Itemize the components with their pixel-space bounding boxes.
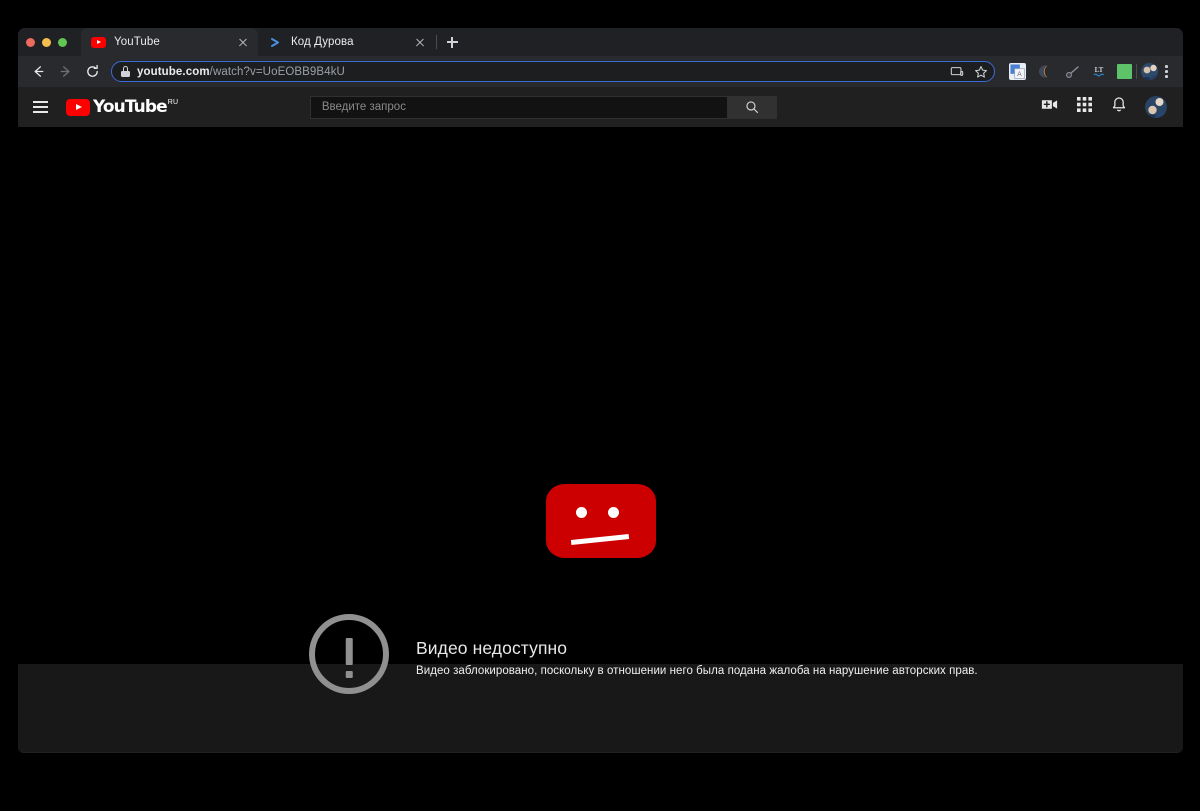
maximize-window-button[interactable] <box>58 38 67 47</box>
back-button[interactable] <box>26 60 50 84</box>
url-text: youtube.com/watch?v=UoEOBB9B4kU <box>137 66 345 78</box>
youtube-logo[interactable]: YouTube RU <box>66 98 178 117</box>
svg-text:A: A <box>1017 71 1022 78</box>
translate-extension-icon[interactable]: A <box>1009 63 1026 80</box>
notifications-bell-icon[interactable] <box>1110 96 1128 119</box>
search-box[interactable] <box>310 96 728 119</box>
search-area <box>310 96 777 119</box>
error-title: Видео недоступно <box>416 638 978 659</box>
star-icon[interactable] <box>974 65 988 79</box>
close-window-button[interactable] <box>26 38 35 47</box>
address-bar[interactable]: youtube.com/watch?v=UoEOBB9B4kU <box>111 61 995 82</box>
forward-button[interactable] <box>53 60 77 84</box>
exclamation-circle-icon <box>309 614 389 694</box>
tab-divider <box>436 35 437 49</box>
profile-avatar[interactable] <box>1141 63 1158 80</box>
hook-extension-icon[interactable] <box>1063 63 1080 80</box>
youtube-logo-text: YouTube <box>93 98 167 117</box>
chevron-right-favicon <box>268 35 283 50</box>
header-actions <box>1040 95 1167 119</box>
youtube-sad-face-icon <box>546 484 656 558</box>
new-tab-button[interactable] <box>438 28 466 56</box>
green-square-extension-icon[interactable] <box>1117 64 1132 79</box>
youtube-region-label: RU <box>168 99 179 106</box>
tab-kod-durova[interactable]: Код Дурова <box>258 28 435 56</box>
error-text: Видео недоступно Видео заблокировано, по… <box>416 614 978 677</box>
tab-youtube[interactable]: YouTube <box>81 28 258 56</box>
cast-icon[interactable] <box>950 65 964 79</box>
tab-title: YouTube <box>114 36 235 48</box>
close-tab-button[interactable] <box>412 35 427 50</box>
url-path: /watch?v=UoEOBB9B4kU <box>210 66 345 78</box>
crescent-extension-icon[interactable] <box>1036 63 1053 80</box>
omnibox-actions <box>942 65 988 79</box>
window-controls[interactable] <box>26 38 67 47</box>
youtube-header: YouTube RU <box>18 87 1183 127</box>
toolbar-divider <box>1136 64 1137 79</box>
search-button[interactable] <box>728 96 777 119</box>
video-unavailable-block: Видео недоступно Видео заблокировано, по… <box>309 614 978 694</box>
tab-list: YouTube Код Дурова <box>81 28 466 56</box>
lock-icon <box>121 66 130 77</box>
tab-title: Код Дурова <box>291 36 412 48</box>
close-tab-button[interactable] <box>235 35 250 50</box>
browser-toolbar: youtube.com/watch?v=UoEOBB9B4kU A <box>18 56 1183 87</box>
search-icon <box>745 100 759 114</box>
browser-menu-icon[interactable] <box>1158 63 1175 80</box>
reload-button[interactable] <box>80 60 104 84</box>
screen: YouTube Код Дурова <box>0 0 1200 811</box>
browser-window: YouTube Код Дурова <box>18 28 1183 753</box>
languagetool-extension-icon[interactable]: LT <box>1090 63 1107 80</box>
youtube-favicon <box>91 35 106 50</box>
minimize-window-button[interactable] <box>42 38 51 47</box>
svg-text:LT: LT <box>1094 66 1103 74</box>
create-video-icon[interactable] <box>1040 95 1059 119</box>
search-input[interactable] <box>320 100 718 114</box>
video-player[interactable]: Видео недоступно Видео заблокировано, по… <box>18 127 1183 664</box>
hamburger-icon[interactable] <box>30 96 52 118</box>
extension-bar: A LT <box>1009 63 1132 80</box>
apps-grid-icon[interactable] <box>1076 96 1093 118</box>
url-domain: youtube.com <box>137 66 210 78</box>
error-subtitle: Видео заблокировано, поскольку в отношен… <box>416 665 978 677</box>
youtube-play-icon <box>66 99 90 116</box>
account-avatar[interactable] <box>1145 96 1167 118</box>
youtube-page: YouTube RU <box>18 87 1183 752</box>
tab-strip: YouTube Код Дурова <box>18 28 1183 56</box>
